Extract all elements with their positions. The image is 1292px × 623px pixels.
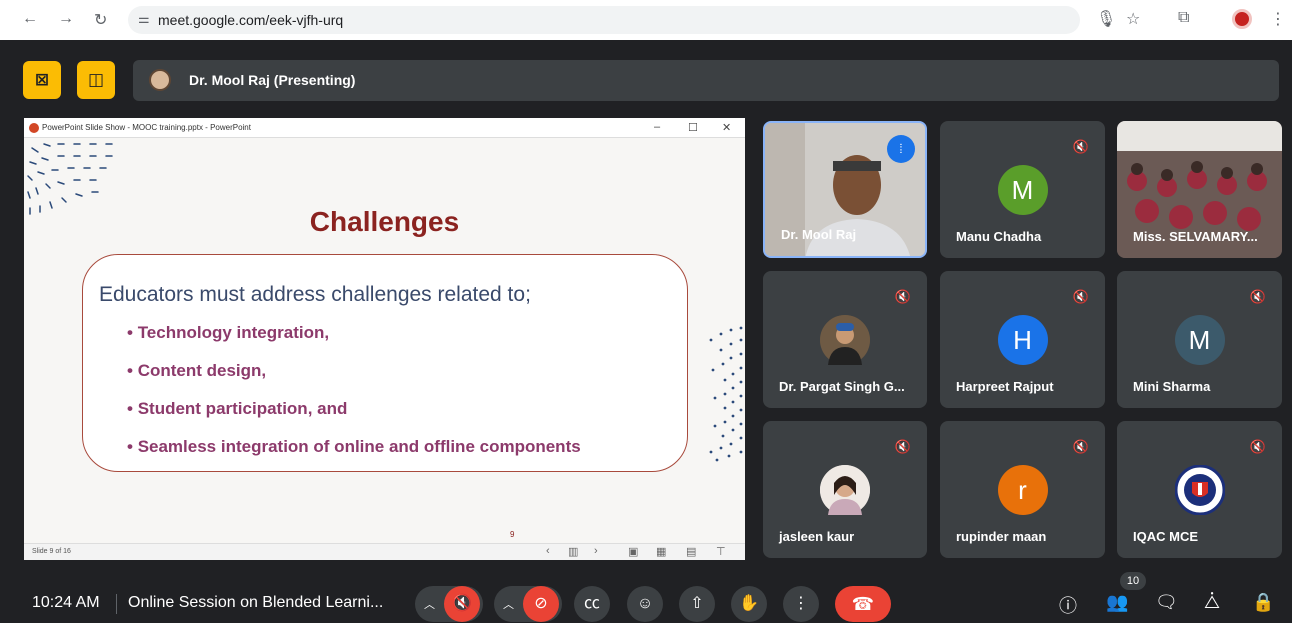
normal-view-icon[interactable]: ▣ bbox=[628, 545, 638, 558]
url-text[interactable]: meet.google.com/eek-vjfh-urq bbox=[158, 12, 343, 28]
slide: Challenges Educators must address challe… bbox=[24, 138, 745, 543]
participant-name: Dr. Mool Raj bbox=[781, 227, 857, 242]
slide-intro: Educators must address challenges relate… bbox=[99, 283, 531, 306]
presenter-name: Dr. Mool Raj (Presenting) bbox=[189, 72, 356, 88]
mic-off-icon: 🔇 bbox=[894, 289, 912, 304]
extensions-icon[interactable]: ⧉ bbox=[1178, 9, 1189, 27]
video-options-chevron-icon[interactable]: ︿ bbox=[503, 596, 514, 612]
participant-name: Manu Chadha bbox=[956, 229, 1042, 244]
activities-icon[interactable]: ⧊ bbox=[1204, 592, 1220, 613]
mic-off-icon: 🔇 bbox=[1072, 439, 1090, 454]
next-slide-icon[interactable]: › bbox=[594, 545, 598, 557]
close-icon[interactable]: ✕ bbox=[722, 121, 731, 134]
sorter-view-icon[interactable]: ▦ bbox=[656, 545, 666, 558]
reading-view-icon[interactable]: ▤ bbox=[686, 545, 696, 558]
profile-photo bbox=[820, 465, 870, 515]
emoji-reaction-button[interactable]: ☺ bbox=[627, 586, 663, 622]
present-screen-button[interactable]: ⇧ bbox=[679, 586, 715, 622]
captions-button[interactable]: ㏄ bbox=[574, 586, 610, 622]
participant-name: rupinder maan bbox=[956, 529, 1047, 544]
reload-icon[interactable]: ↻ bbox=[94, 10, 107, 30]
audio-options-chevron-icon[interactable]: ︿ bbox=[424, 596, 435, 612]
slideshow-view-icon[interactable]: ⊤ bbox=[716, 545, 726, 558]
avatar: M bbox=[997, 165, 1048, 215]
participant-tile[interactable]: 🔇 M Manu Chadha bbox=[940, 121, 1105, 258]
mic-off-icon: 🔇 bbox=[1072, 289, 1090, 304]
profile-photo bbox=[820, 315, 870, 365]
stop-screen-share-icon[interactable]: ⊠ bbox=[23, 61, 61, 99]
slide-counter: Slide 9 of 16 bbox=[32, 548, 71, 555]
forward-icon[interactable]: → bbox=[58, 10, 74, 28]
maximize-icon[interactable]: ☐ bbox=[688, 121, 698, 134]
mic-icon[interactable]: 🎙 bbox=[1096, 9, 1116, 29]
people-icon[interactable]: 👥 bbox=[1106, 592, 1128, 613]
mic-off-icon: 🔇 bbox=[1249, 289, 1267, 304]
avatar: M bbox=[1174, 315, 1225, 365]
mic-toggle-button[interactable]: 🔇 bbox=[444, 586, 480, 622]
participant-name: Miss. SELVAMARY... bbox=[1133, 229, 1258, 244]
address-bar[interactable]: ⚌ meet.google.com/eek-vjfh-urq bbox=[128, 6, 1080, 34]
presenter-avatar bbox=[149, 69, 171, 91]
participant-tile[interactable]: Miss. SELVAMARY... bbox=[1117, 121, 1282, 258]
leave-call-button[interactable]: ☎ bbox=[835, 586, 891, 622]
bullet-item: • Student participation, and bbox=[127, 399, 348, 418]
raise-hand-button[interactable]: ✋ bbox=[731, 586, 767, 622]
participant-tile[interactable]: 🔇 IQAC MCE bbox=[1117, 421, 1282, 558]
avatar bbox=[1174, 464, 1225, 516]
meeting-title: Online Session on Blended Learni... bbox=[128, 594, 384, 611]
profile-icon[interactable] bbox=[1232, 9, 1252, 29]
more-options-button[interactable]: ⋮ bbox=[783, 586, 819, 622]
participant-name: Mini Sharma bbox=[1133, 379, 1211, 394]
bookmark-star-icon[interactable]: ☆ bbox=[1126, 9, 1140, 29]
participant-name: jasleen kaur bbox=[779, 529, 855, 544]
avatar: H bbox=[997, 315, 1048, 365]
chat-icon[interactable]: 🗨 bbox=[1155, 592, 1178, 613]
participant-name: Harpreet Rajput bbox=[956, 379, 1054, 394]
institution-logo bbox=[1174, 464, 1225, 516]
bullet-item: • Content design, bbox=[127, 361, 267, 380]
mic-off-icon: 🔇 bbox=[1072, 139, 1090, 154]
presenter-bar: Dr. Mool Raj (Presenting) bbox=[133, 60, 1279, 101]
ppt-statusbar: Slide 9 of 16 ‹ ▥ › ▣ ▦ ▤ ⊤ bbox=[24, 543, 745, 560]
slide-menu-icon[interactable]: ▥ bbox=[568, 545, 578, 558]
minimize-icon[interactable]: – bbox=[654, 121, 660, 133]
participant-tile[interactable]: 🔇 jasleen kaur bbox=[763, 421, 927, 558]
meeting-info-icon[interactable]: ⓘ bbox=[1059, 592, 1077, 618]
participant-tile[interactable]: 🔇 H Harpreet Rajput bbox=[940, 271, 1105, 408]
bullet-item: • Seamless integration of online and off… bbox=[127, 437, 581, 456]
avatar: r bbox=[997, 465, 1048, 515]
divider bbox=[116, 594, 117, 614]
participant-tile[interactable]: 🔇 r rupinder maan bbox=[940, 421, 1105, 558]
control-bar: 10:24 AM Online Session on Blended Learn… bbox=[0, 566, 1292, 623]
avatar bbox=[820, 465, 870, 515]
browser-toolbar: ← → ↻ ⚌ meet.google.com/eek-vjfh-urq 🎙 ☆… bbox=[0, 0, 1292, 40]
slide-page-number: 9 bbox=[510, 530, 515, 539]
mic-off-icon: 🔇 bbox=[1249, 439, 1267, 454]
speaking-indicator-icon: ⦙ bbox=[887, 135, 915, 163]
powerpoint-icon bbox=[29, 123, 39, 133]
bullet-item: • Technology integration, bbox=[127, 323, 330, 342]
shared-screen: PowerPoint Slide Show - MOOC training.pp… bbox=[24, 118, 745, 560]
participant-tile[interactable]: ⦙ Dr. Mool Raj bbox=[763, 121, 927, 258]
pin-presentation-icon[interactable]: ◫ bbox=[77, 61, 115, 99]
participant-tile[interactable]: 🔇 M Mini Sharma bbox=[1117, 271, 1282, 408]
participant-name: Dr. Pargat Singh G... bbox=[779, 379, 905, 394]
prev-slide-icon[interactable]: ‹ bbox=[546, 545, 550, 557]
back-icon[interactable]: ← bbox=[22, 10, 38, 28]
content-box: Educators must address challenges relate… bbox=[82, 254, 688, 472]
host-controls-lock-icon[interactable]: 🔒 bbox=[1252, 592, 1274, 613]
slide-title: Challenges bbox=[309, 206, 460, 237]
ppt-titlebar: PowerPoint Slide Show - MOOC training.pp… bbox=[24, 118, 745, 138]
participant-name: IQAC MCE bbox=[1133, 529, 1198, 544]
people-count-badge: 10 bbox=[1120, 572, 1146, 590]
site-settings-icon[interactable]: ⚌ bbox=[138, 11, 150, 27]
avatar bbox=[820, 315, 870, 365]
ppt-window-title: PowerPoint Slide Show - MOOC training.pp… bbox=[42, 123, 251, 132]
participant-tile[interactable]: 🔇 Dr. Pargat Singh G... bbox=[763, 271, 927, 408]
clock: 10:24 AM bbox=[32, 594, 100, 611]
mic-off-icon: 🔇 bbox=[894, 439, 912, 454]
menu-icon[interactable]: ⋮ bbox=[1270, 9, 1286, 29]
camera-toggle-button[interactable]: ⊘ bbox=[523, 586, 559, 622]
decorative-dots bbox=[709, 326, 743, 462]
